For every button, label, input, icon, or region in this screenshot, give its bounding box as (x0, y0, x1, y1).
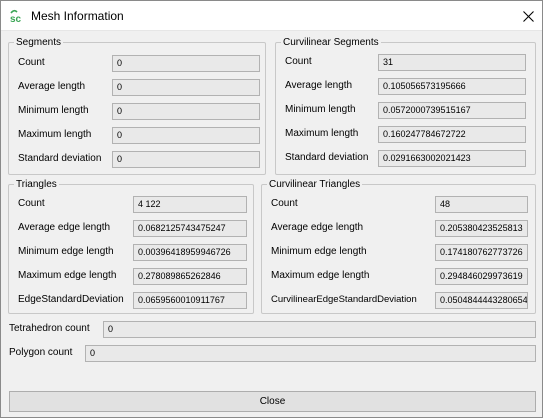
curvilinear-triangles-minimum-edge-length-field[interactable]: 0.174180762773726 (435, 244, 528, 261)
triangles-maximum-edge-length-label: Maximum edge length (18, 270, 117, 281)
curvilinear-triangles-edge-standard-deviation-label: CurvilinearEdgeStandardDeviation (271, 294, 417, 305)
curvilinear-segments-count-label: Count (285, 56, 312, 67)
close-button[interactable]: Close (9, 391, 536, 412)
polygon-count-field[interactable]: 0 (85, 345, 536, 362)
curvilinear-triangles-count-field[interactable]: 48 (435, 196, 528, 213)
segments-minimum-length-label: Minimum length (18, 105, 89, 116)
curvilinear-triangles-maximum-edge-length-field[interactable]: 0.294846029973619 (435, 268, 528, 285)
curvilinear-segments-maximum-length-field[interactable]: 0.160247784672722 (378, 126, 526, 143)
triangles-minimum-edge-length-field[interactable]: 0.00396418959946726 (133, 244, 247, 261)
triangles-group: Triangles Count 4 122 Average edge lengt… (8, 179, 254, 314)
triangles-maximum-edge-length-field[interactable]: 0.278089865262846 (133, 268, 247, 285)
curvilinear-segments-average-length-label: Average length (285, 80, 353, 91)
curvilinear-segments-minimum-length-label: Minimum length (285, 104, 356, 115)
curvilinear-triangles-minimum-edge-length-label: Minimum edge length (271, 246, 367, 257)
title-bar[interactable]: sc Mesh Information (1, 1, 542, 31)
curvilinear-segments-standard-deviation-field[interactable]: 0.0291663002021423 (378, 150, 526, 167)
tetrahedron-count-label: Tetrahedron count (9, 323, 90, 334)
triangles-count-field[interactable]: 4 122 (133, 196, 247, 213)
segments-maximum-length-field[interactable]: 0 (112, 127, 260, 144)
curvilinear-segments-standard-deviation-label: Standard deviation (285, 152, 369, 163)
triangles-edge-standard-deviation-field[interactable]: 0.0659560010911767 (133, 292, 247, 309)
curvilinear-segments-count-field[interactable]: 31 (378, 54, 526, 71)
segments-minimum-length-field[interactable]: 0 (112, 103, 260, 120)
curvilinear-segments-average-length-field[interactable]: 0.105056573195666 (378, 78, 526, 95)
curvilinear-triangles-average-edge-length-label: Average edge length (271, 222, 364, 233)
segments-average-length-field[interactable]: 0 (112, 79, 260, 96)
segments-maximum-length-label: Maximum length (18, 129, 92, 140)
curvilinear-segments-group-title: Curvilinear Segments (281, 37, 381, 48)
triangles-group-title: Triangles (14, 179, 59, 190)
svg-text:sc: sc (10, 14, 22, 23)
segments-average-length-label: Average length (18, 81, 86, 92)
curvilinear-segments-minimum-length-field[interactable]: 0.0572000739515167 (378, 102, 526, 119)
curvilinear-triangles-maximum-edge-length-label: Maximum edge length (271, 270, 370, 281)
curvilinear-triangles-group: Curvilinear Triangles Count 48 Average e… (261, 179, 536, 314)
segments-group: Segments Count 0 Average length 0 Minimu… (8, 37, 266, 175)
curvilinear-triangles-count-label: Count (271, 198, 298, 209)
triangles-minimum-edge-length-label: Minimum edge length (18, 246, 114, 257)
close-icon[interactable] (515, 4, 541, 28)
triangles-count-label: Count (18, 198, 45, 209)
polygon-count-label: Polygon count (9, 347, 73, 358)
segments-group-title: Segments (14, 37, 64, 48)
curvilinear-segments-maximum-length-label: Maximum length (285, 128, 359, 139)
segments-standard-deviation-label: Standard deviation (18, 153, 102, 164)
triangles-edge-standard-deviation-label: EdgeStandardDeviation (18, 294, 124, 305)
tetrahedron-count-field[interactable]: 0 (103, 321, 536, 338)
sc-logo-icon: sc (9, 9, 25, 25)
curvilinear-segments-group: Curvilinear Segments Count 31 Average le… (275, 37, 536, 175)
window-title: Mesh Information (31, 9, 124, 23)
curvilinear-triangles-edge-standard-deviation-field[interactable]: 0.0504844443280654 (435, 292, 528, 309)
curvilinear-triangles-group-title: Curvilinear Triangles (267, 179, 363, 190)
mesh-information-dialog: sc Mesh Information Segments Count 0 Ave… (0, 0, 543, 418)
triangles-average-edge-length-label: Average edge length (18, 222, 111, 233)
triangles-average-edge-length-field[interactable]: 0.0682125743475247 (133, 220, 247, 237)
segments-count-field[interactable]: 0 (112, 55, 260, 72)
segments-count-label: Count (18, 57, 45, 68)
curvilinear-triangles-average-edge-length-field[interactable]: 0.205380423525813 (435, 220, 528, 237)
segments-standard-deviation-field[interactable]: 0 (112, 151, 260, 168)
